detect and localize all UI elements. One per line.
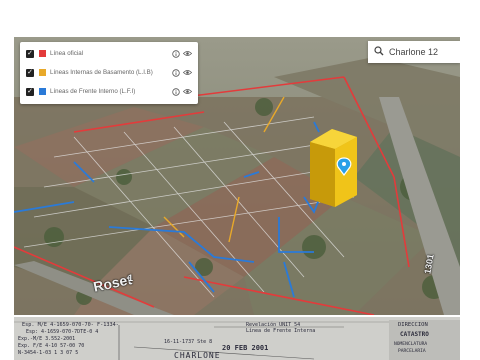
layer-label: Líneas de Frente Interno (L.F.I) xyxy=(50,88,136,95)
document-line: Exp.-M/E 3.552-2001 xyxy=(18,336,76,342)
layer-label: Línea oficial xyxy=(50,50,84,57)
layer-row-lfi[interactable]: ✓ Líneas de Frente Interno (L.F.I) xyxy=(20,82,198,101)
scanned-document: Esp. M/E 4-1659-070-70- F-1334- Esp: 4-1… xyxy=(14,317,460,360)
document-line: CATASTRO xyxy=(400,331,429,338)
eye-icon[interactable] xyxy=(183,87,192,96)
search-icon[interactable] xyxy=(374,43,384,61)
document-line: DIRECCION xyxy=(398,322,428,328)
document-line: Esp. M/E 4-1659-070-70- F-1334- xyxy=(22,322,119,328)
map-view[interactable]: Roset 1301 1 ✓ Línea oficial ✓ Líneas In… xyxy=(14,37,460,315)
layers-panel: ✓ Línea oficial ✓ Líneas Internas de Bas… xyxy=(20,42,198,104)
layer-checkbox[interactable]: ✓ xyxy=(26,87,34,96)
layer-checkbox[interactable]: ✓ xyxy=(26,68,34,77)
document-line: Esp: 4-1659-070-7DTE-0 4 xyxy=(26,329,99,335)
layer-label: Líneas Internas de Basamento (L.I.B) xyxy=(50,69,153,76)
layer-checkbox[interactable]: ✓ xyxy=(26,49,34,58)
document-line: Línea de Frente Interna xyxy=(246,328,316,334)
document-line: Exp. F/E 4-10 57-00 70 xyxy=(18,343,85,349)
info-icon[interactable] xyxy=(171,87,180,96)
layer-swatch xyxy=(39,50,46,57)
layer-row-lib[interactable]: ✓ Líneas Internas de Basamento (L.I.B) xyxy=(20,63,198,82)
info-icon[interactable] xyxy=(171,49,180,58)
street-label-1: 1 xyxy=(128,273,134,283)
info-icon[interactable] xyxy=(171,68,180,77)
search-input[interactable]: Charlone 12 xyxy=(389,47,438,57)
document-stamp-date: 20 FEB 2001 xyxy=(222,344,269,352)
document-street: CHARLONE xyxy=(174,351,221,360)
layer-swatch xyxy=(39,88,46,95)
layer-row-linea-oficial[interactable]: ✓ Línea oficial xyxy=(20,44,198,63)
layer-swatch xyxy=(39,69,46,76)
eye-icon[interactable] xyxy=(183,49,192,58)
eye-icon[interactable] xyxy=(183,68,192,77)
document-line: PARCELARIA xyxy=(398,349,426,354)
document-line: NOMENCLATURA xyxy=(394,342,428,347)
search-box[interactable]: Charlone 12 xyxy=(368,41,460,63)
document-line: N-3454-1-03 1 3 07 5 xyxy=(18,350,79,356)
document-line: 16-11-1737 Ste 8 xyxy=(164,339,213,345)
